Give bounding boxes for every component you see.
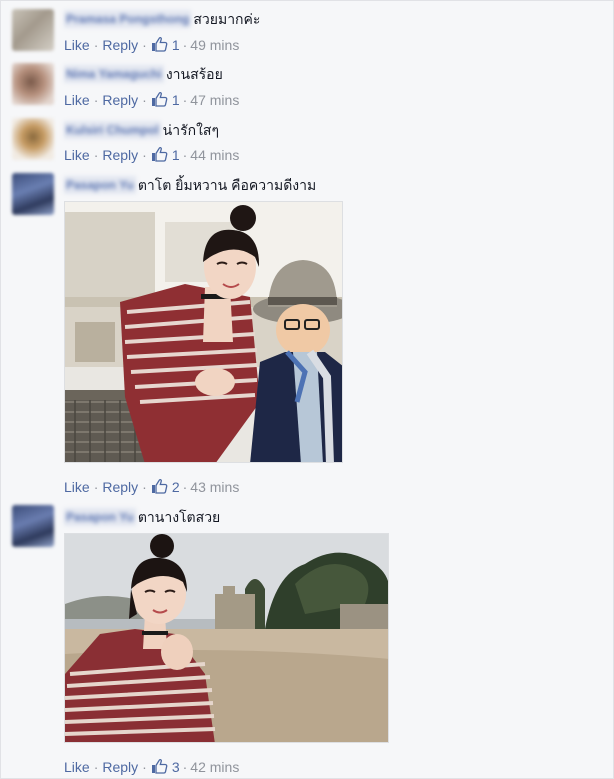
like-button[interactable]: Like: [64, 37, 90, 53]
like-count-value: 1: [171, 92, 180, 108]
separator: ·: [182, 147, 188, 163]
comment-body: Kulsiri Chumpol น่ารักใสๆ: [64, 121, 219, 139]
reply-button[interactable]: Reply: [102, 147, 138, 163]
like-button[interactable]: Like: [64, 92, 90, 108]
like-count[interactable]: 1: [151, 91, 180, 108]
like-button[interactable]: Like: [64, 147, 90, 163]
like-count[interactable]: 1: [151, 146, 180, 163]
separator: ·: [182, 479, 188, 495]
like-count[interactable]: 2: [151, 478, 180, 495]
comment-photo[interactable]: [64, 201, 343, 463]
like-count[interactable]: 3: [151, 758, 180, 775]
comment-author[interactable]: Pasapon Yu: [64, 176, 136, 194]
thumbs-up-icon: [151, 146, 168, 162]
separator: ·: [142, 479, 147, 495]
photo-image: [65, 202, 342, 462]
reply-button[interactable]: Reply: [102, 92, 138, 108]
comment-text: ตาโต ยิ้มหวาน คือความดีงาม: [137, 177, 317, 193]
comment-text: สวยมากค่ะ: [193, 11, 261, 27]
comment-body: Pasapon Yu ตาโต ยิ้มหวาน คือความดีงาม: [64, 176, 316, 194]
comment-time[interactable]: 47 mins: [190, 92, 239, 108]
like-count-value: 2: [171, 479, 180, 495]
comment-time[interactable]: 42 mins: [190, 759, 239, 775]
separator: ·: [93, 147, 99, 163]
comment-author[interactable]: Kulsiri Chumpol: [64, 121, 161, 139]
separator: ·: [182, 759, 188, 775]
thumbs-up-icon: [151, 478, 168, 494]
like-button[interactable]: Like: [64, 479, 90, 495]
avatar[interactable]: [12, 173, 54, 215]
comment-time[interactable]: 44 mins: [190, 147, 239, 163]
comment-text: น่ารักใสๆ: [162, 122, 219, 138]
comment-time[interactable]: 43 mins: [190, 479, 239, 495]
separator: ·: [142, 92, 147, 108]
avatar[interactable]: [12, 505, 54, 547]
comment-actions: Like · Reply · 1 · 47 mins: [64, 91, 239, 109]
comment-author[interactable]: Pramasa Pongsthong: [64, 10, 192, 28]
comment-actions: Like · Reply · 1 · 49 mins: [64, 36, 239, 54]
avatar[interactable]: [12, 63, 54, 105]
reply-button[interactable]: Reply: [102, 759, 138, 775]
reply-button[interactable]: Reply: [102, 479, 138, 495]
comment-body: Nima Yamaguchi งานสร้อย: [64, 65, 223, 83]
separator: ·: [93, 479, 99, 495]
like-count[interactable]: 1: [151, 36, 180, 53]
separator: ·: [93, 37, 99, 53]
photo-image: [65, 534, 388, 742]
separator: ·: [182, 37, 188, 53]
separator: ·: [182, 92, 188, 108]
like-count-value: 1: [171, 37, 180, 53]
like-count-value: 1: [171, 147, 180, 163]
comment-text: งานสร้อย: [165, 66, 223, 82]
comment-text: ตานางโตสวย: [137, 509, 221, 525]
avatar[interactable]: [12, 118, 54, 160]
like-count-value: 3: [171, 759, 180, 775]
comment-body: Pramasa Pongsthong สวยมากค่ะ: [64, 10, 260, 28]
comment-photo[interactable]: [64, 533, 389, 743]
comment-author[interactable]: Pasapon Yu: [64, 508, 136, 526]
reply-button[interactable]: Reply: [102, 37, 138, 53]
comment-body: Pasapon Yu ตานางโตสวย: [64, 508, 220, 526]
separator: ·: [93, 759, 99, 775]
thumbs-up-icon: [151, 36, 168, 52]
thumbs-up-icon: [151, 758, 168, 774]
separator: ·: [142, 147, 147, 163]
separator: ·: [142, 759, 147, 775]
comment-actions: Like · Reply · 3 · 42 mins: [64, 758, 239, 776]
comment-author[interactable]: Nima Yamaguchi: [64, 65, 164, 83]
comment-actions: Like · Reply · 1 · 44 mins: [64, 146, 239, 164]
separator: ·: [142, 37, 147, 53]
separator: ·: [93, 92, 99, 108]
thumbs-up-icon: [151, 91, 168, 107]
comment-time[interactable]: 49 mins: [190, 37, 239, 53]
comment-actions: Like · Reply · 2 · 43 mins: [64, 478, 239, 496]
avatar[interactable]: [12, 9, 54, 51]
like-button[interactable]: Like: [64, 759, 90, 775]
